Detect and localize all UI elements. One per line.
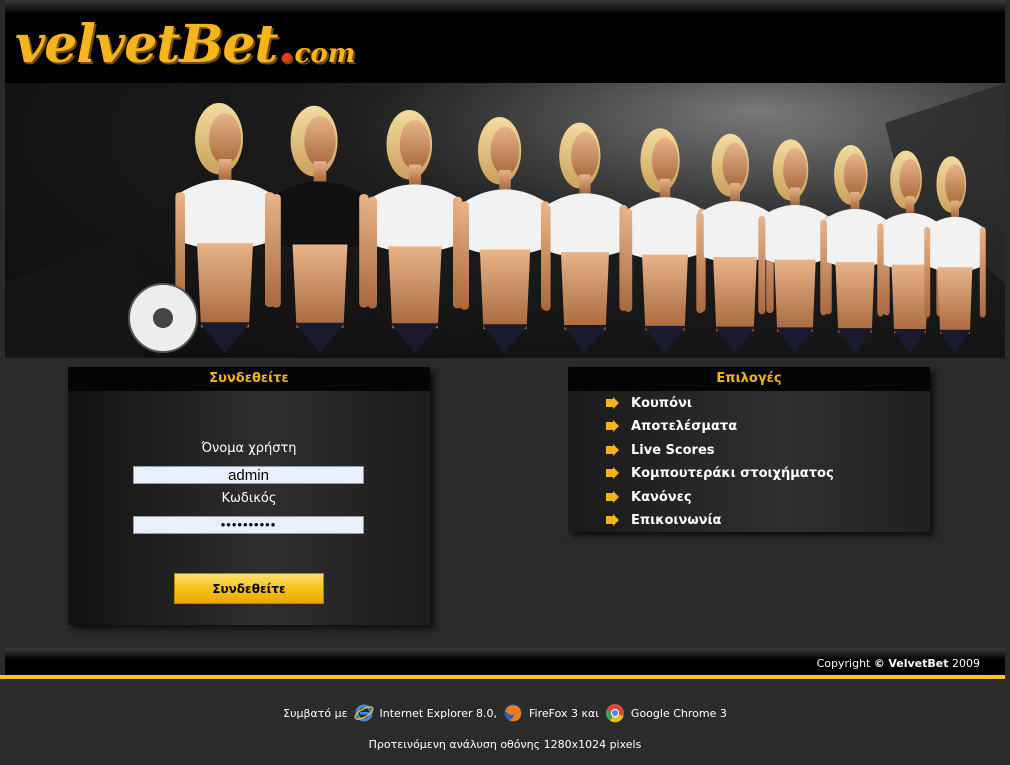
logo-dot: .	[277, 14, 295, 75]
footer-bar: Copyright © VelvetBet 2009	[5, 648, 1005, 675]
recommended-resolution: Προτεινόμενη ανάλυση οθόνης 1280x1024 pi…	[368, 738, 642, 751]
logo-main: velvetBet	[15, 14, 278, 75]
header: velvetBet.com	[5, 0, 1005, 83]
firefox-icon	[504, 704, 522, 722]
options-panel: Επιλογές Κουπόνι Αποτελέσματα Live Score…	[568, 367, 930, 532]
login-panel-title: Συνδεθείτε	[68, 367, 430, 391]
password-input[interactable]: ••••••••••	[133, 516, 364, 534]
options-panel-title: Επιλογές	[568, 367, 930, 391]
copyright: Copyright © VelvetBet 2009	[817, 657, 980, 670]
copyright-year: 2009	[952, 657, 980, 670]
menu-item-results[interactable]: Αποτελέσματα	[606, 416, 737, 436]
login-button[interactable]: Συνδεθείτε	[174, 573, 324, 604]
menu-item-label: Κουπόνι	[631, 395, 692, 411]
footer-accent-line	[0, 675, 1005, 679]
site-logo[interactable]: velvetBet.com	[15, 16, 355, 83]
arrow-right-icon	[606, 514, 619, 526]
copyright-prefix: Copyright	[816, 657, 871, 670]
menu-item-label: Επικοινωνία	[631, 512, 722, 528]
main-content: Συνδεθείτε Όνομα χρήστη Κωδικός ••••••••…	[5, 358, 1005, 648]
arrow-right-icon	[606, 467, 619, 479]
internet-explorer-icon	[353, 704, 374, 722]
username-label: Όνομα χρήστη	[201, 441, 297, 456]
options-menu: Κουπόνι Αποτελέσματα Live Scores Κομπουτ…	[568, 391, 930, 532]
arrow-right-icon	[606, 397, 619, 409]
menu-item-rules[interactable]: Κανόνες	[606, 487, 692, 507]
menu-item-contact[interactable]: Επικοινωνία	[606, 510, 721, 530]
password-label: Κωδικός	[221, 491, 277, 506]
page-container: velvetBet.com Συνδεθείτε Όνομα χρήστη ad…	[5, 0, 1005, 680]
menu-item-label: Κανόνες	[631, 489, 692, 505]
menu-item-label: Κομπουτεράκι στοιχήματος	[631, 465, 834, 481]
compat-prefix: Συμβατό με	[283, 706, 348, 720]
menu-item-label: Αποτελέσματα	[631, 418, 738, 434]
arrow-right-icon	[606, 420, 619, 432]
login-panel-body: Όνομα χρήστη Κωδικός •••••••••• Συνδεθεί…	[68, 391, 430, 625]
browser-compatibility: Συμβατό με Internet Explorer 8.0, FireFo…	[0, 703, 1010, 723]
login-panel: Συνδεθείτε Όνομα χρήστη Κωδικός ••••••••…	[68, 367, 430, 625]
chrome-label: Google Chrome 3	[630, 706, 727, 720]
banner-illustration	[5, 83, 1005, 358]
menu-item-live-scores[interactable]: Live Scores	[606, 440, 715, 460]
menu-item-label: Live Scores	[631, 442, 715, 458]
menu-item-coupon[interactable]: Κουπόνι	[606, 393, 692, 413]
username-input[interactable]	[133, 466, 364, 484]
copyright-symbol: ©	[873, 657, 885, 670]
chrome-icon	[605, 704, 624, 723]
firefox-label: FireFox 3 και	[529, 706, 599, 720]
ie-label: Internet Explorer 8.0,	[379, 706, 497, 720]
copyright-brand: VelvetBet	[888, 657, 949, 670]
arrow-right-icon	[606, 444, 619, 456]
arrow-right-icon	[606, 491, 619, 503]
banner-image	[5, 83, 1005, 358]
menu-item-bet-calculator[interactable]: Κομπουτεράκι στοιχήματος	[606, 463, 834, 483]
logo-tld: com	[294, 39, 356, 69]
